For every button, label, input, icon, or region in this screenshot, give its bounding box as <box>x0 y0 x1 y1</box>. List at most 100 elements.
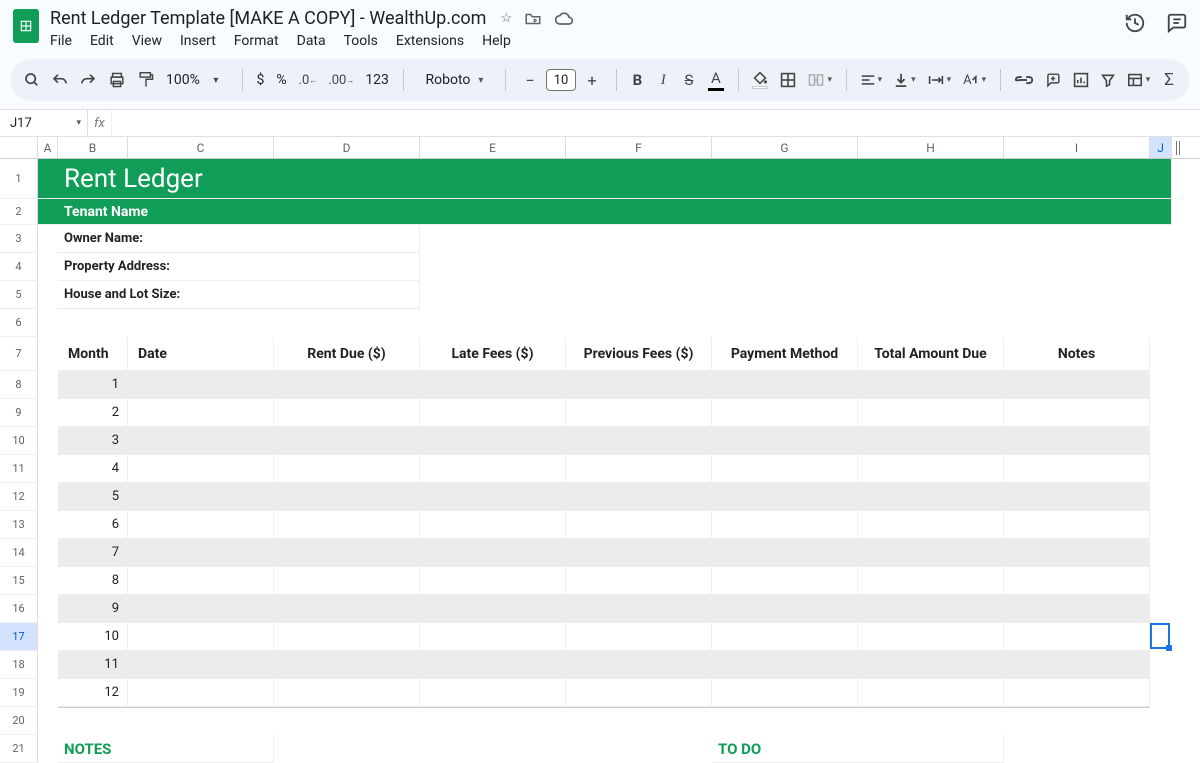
cell-F9[interactable] <box>566 399 712 427</box>
percent-button[interactable]: % <box>276 72 286 88</box>
cell-I17[interactable] <box>1004 623 1150 651</box>
text-color-icon[interactable]: A <box>708 68 724 92</box>
name-box[interactable]: J17▾ <box>0 110 88 136</box>
zoom-dropdown-icon[interactable]: ▾ <box>204 68 228 92</box>
cell-G18[interactable] <box>712 651 858 679</box>
menu-extensions[interactable]: Extensions <box>396 33 464 49</box>
row-header-1[interactable]: 1 <box>0 159 38 199</box>
cell-B18[interactable]: 11 <box>58 651 128 679</box>
sheets-logo[interactable] <box>12 8 40 44</box>
decrease-decimal-icon[interactable]: .0← <box>299 68 318 92</box>
row-header-21[interactable]: 21 <box>0 735 38 763</box>
hdr-total[interactable]: Total Amount Due <box>858 337 1004 371</box>
hdr-rentdue[interactable]: Rent Due ($) <box>274 337 420 371</box>
cell-G8[interactable] <box>712 371 858 399</box>
insert-comment-icon[interactable] <box>1045 68 1061 92</box>
notes-section[interactable]: NOTES <box>58 735 274 763</box>
hdr-paymethod[interactable]: Payment Method <box>712 337 858 371</box>
cell-E13[interactable] <box>420 511 566 539</box>
cell-F11[interactable] <box>566 455 712 483</box>
cell-D8[interactable] <box>274 371 420 399</box>
cell-B14[interactable]: 7 <box>58 539 128 567</box>
hdr-date[interactable]: Date <box>128 337 274 371</box>
search-icon[interactable] <box>24 68 40 92</box>
cell-G14[interactable] <box>712 539 858 567</box>
cloud-icon[interactable] <box>554 12 574 26</box>
address-label[interactable]: Property Address: <box>58 253 420 281</box>
cell-I18[interactable] <box>1004 651 1150 679</box>
col-header-F[interactable]: F <box>566 137 712 158</box>
menu-insert[interactable]: Insert <box>180 33 216 49</box>
row-header-9[interactable]: 9 <box>0 399 38 427</box>
cell-G10[interactable] <box>712 427 858 455</box>
borders-icon[interactable] <box>780 68 796 92</box>
cell-E9[interactable] <box>420 399 566 427</box>
cell-I14[interactable] <box>1004 539 1150 567</box>
todo-section[interactable]: TO DO <box>712 735 1004 763</box>
tenant-name[interactable]: Tenant Name <box>58 199 1172 225</box>
cell-G16[interactable] <box>712 595 858 623</box>
font-size-decrease[interactable]: − <box>520 71 540 90</box>
cell-F13[interactable] <box>566 511 712 539</box>
row-header-5[interactable]: 5 <box>0 281 38 309</box>
strikethrough-icon[interactable]: S <box>682 68 696 92</box>
cell-G12[interactable] <box>712 483 858 511</box>
row-header-20[interactable]: 20 <box>0 707 38 735</box>
row-header-12[interactable]: 12 <box>0 483 38 511</box>
cell-E8[interactable] <box>420 371 566 399</box>
col-header-J[interactable]: J <box>1150 137 1172 158</box>
selected-cell[interactable] <box>1150 623 1170 649</box>
cell-D15[interactable] <box>274 567 420 595</box>
cell-H14[interactable] <box>858 539 1004 567</box>
row-header-7[interactable]: 7 <box>0 337 38 371</box>
cell-C13[interactable] <box>128 511 274 539</box>
hdr-prevfees[interactable]: Previous Fees ($) <box>566 337 712 371</box>
cell-D17[interactable] <box>274 623 420 651</box>
cell-E14[interactable] <box>420 539 566 567</box>
cell-F8[interactable] <box>566 371 712 399</box>
cell-I19[interactable] <box>1004 679 1150 707</box>
cell-B10[interactable]: 3 <box>58 427 128 455</box>
cell-D18[interactable] <box>274 651 420 679</box>
doc-title[interactable]: Rent Ledger Template [MAKE A COPY] - Wea… <box>50 8 486 29</box>
font-dropdown-icon[interactable]: ▾ <box>478 75 483 86</box>
cell-F10[interactable] <box>566 427 712 455</box>
col-header-G[interactable]: G <box>712 137 858 158</box>
bold-icon[interactable]: B <box>631 68 645 92</box>
font-size-input[interactable]: 10 <box>546 69 576 91</box>
cell-F17[interactable] <box>566 623 712 651</box>
cell-C17[interactable] <box>128 623 274 651</box>
cell-B16[interactable]: 9 <box>58 595 128 623</box>
owner-label[interactable]: Owner Name: <box>58 225 420 253</box>
row-header-19[interactable]: 19 <box>0 679 38 707</box>
cell-H19[interactable] <box>858 679 1004 707</box>
row-header-10[interactable]: 10 <box>0 427 38 455</box>
cell-C18[interactable] <box>128 651 274 679</box>
cell-I11[interactable] <box>1004 455 1150 483</box>
cell-C10[interactable] <box>128 427 274 455</box>
sheet-title[interactable]: Rent Ledger <box>58 159 1172 199</box>
cell-G19[interactable] <box>712 679 858 707</box>
insert-chart-icon[interactable] <box>1073 68 1089 92</box>
cell-C15[interactable] <box>128 567 274 595</box>
cell-F19[interactable] <box>566 679 712 707</box>
filter-icon[interactable] <box>1101 68 1115 92</box>
row-header-8[interactable]: 8 <box>0 371 38 399</box>
menu-edit[interactable]: Edit <box>90 33 114 49</box>
link-icon[interactable] <box>1015 68 1033 92</box>
row-header-18[interactable]: 18 <box>0 651 38 679</box>
cell-E17[interactable] <box>420 623 566 651</box>
cell-B12[interactable]: 5 <box>58 483 128 511</box>
cell-E11[interactable] <box>420 455 566 483</box>
cell-F12[interactable] <box>566 483 712 511</box>
cell-C12[interactable] <box>128 483 274 511</box>
menu-help[interactable]: Help <box>482 33 511 49</box>
italic-icon[interactable]: I <box>656 68 670 92</box>
col-header-I[interactable]: I <box>1004 137 1150 158</box>
cell-B13[interactable]: 6 <box>58 511 128 539</box>
halign-icon[interactable] <box>861 68 883 92</box>
cell-D19[interactable] <box>274 679 420 707</box>
formula-input[interactable] <box>112 110 1200 136</box>
row-header-14[interactable]: 14 <box>0 539 38 567</box>
redo-icon[interactable] <box>80 68 96 92</box>
